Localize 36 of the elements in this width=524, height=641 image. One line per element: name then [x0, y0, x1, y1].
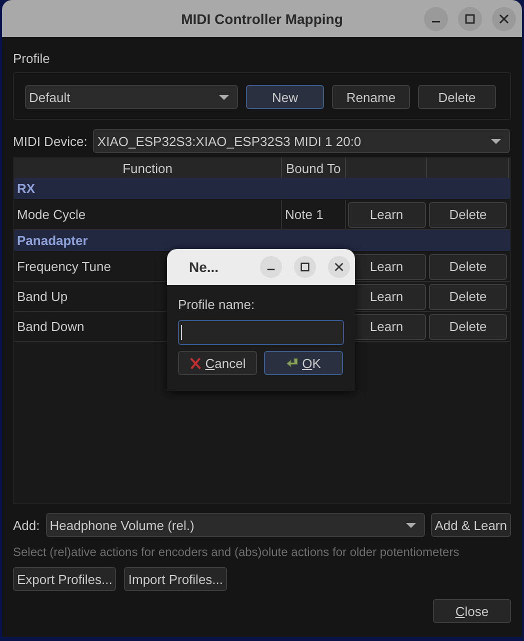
- learn-button[interactable]: Learn: [348, 202, 426, 228]
- close-icon[interactable]: [492, 7, 516, 31]
- profile-button[interactable]: New: [246, 85, 324, 109]
- add-label: Add:: [13, 518, 40, 532]
- maximize-icon[interactable]: [294, 256, 316, 278]
- group-label: RX: [17, 181, 36, 196]
- delete-button[interactable]: Delete: [429, 202, 507, 228]
- delete-button[interactable]: Delete: [429, 314, 507, 340]
- profiles-button[interactable]: Export Profiles...: [13, 567, 116, 591]
- return-arrow-icon: [286, 356, 300, 370]
- ok-button[interactable]: OK: [264, 351, 343, 375]
- delete-button[interactable]: Delete: [429, 254, 507, 280]
- profile-button[interactable]: Rename: [332, 85, 410, 109]
- maximize-icon[interactable]: [458, 7, 482, 31]
- function-cell: Mode Cycle: [14, 200, 282, 229]
- field-label: Profile name:: [178, 297, 256, 312]
- add-learn-button[interactable]: Add & Learn: [430, 513, 511, 537]
- device-label: MIDI Device:: [13, 134, 88, 148]
- device-dropdown[interactable]: XIAO_ESP32S3:XIAO_ESP32S3 MIDI 1 20:0: [93, 129, 510, 153]
- hint-text: Select (rel)ative actions for encoders and (abs)olute actions for older potentiometers: [13, 545, 460, 559]
- profile-button[interactable]: Delete: [418, 85, 496, 109]
- dialog-title: Ne...: [189, 259, 219, 275]
- close-button[interactable]: Close: [433, 599, 511, 623]
- binding-cell: Note 1: [282, 200, 346, 229]
- profile-dropdown[interactable]: Default: [25, 85, 238, 109]
- window-title: MIDI Controller Mapping: [181, 10, 343, 26]
- profile-label: Profile: [13, 51, 51, 66]
- profile-name-field[interactable]: [178, 320, 344, 345]
- action-dropdown[interactable]: Headphone Volume (rel.): [46, 513, 425, 537]
- cross-icon: [189, 356, 202, 370]
- group-label: Panadapter: [17, 233, 88, 248]
- delete-button[interactable]: Delete: [429, 284, 507, 310]
- cancel-button[interactable]: Cancel: [178, 351, 257, 375]
- profiles-button[interactable]: Import Profiles...: [124, 567, 228, 591]
- close-icon[interactable]: [328, 256, 350, 278]
- minimize-icon[interactable]: [424, 7, 448, 31]
